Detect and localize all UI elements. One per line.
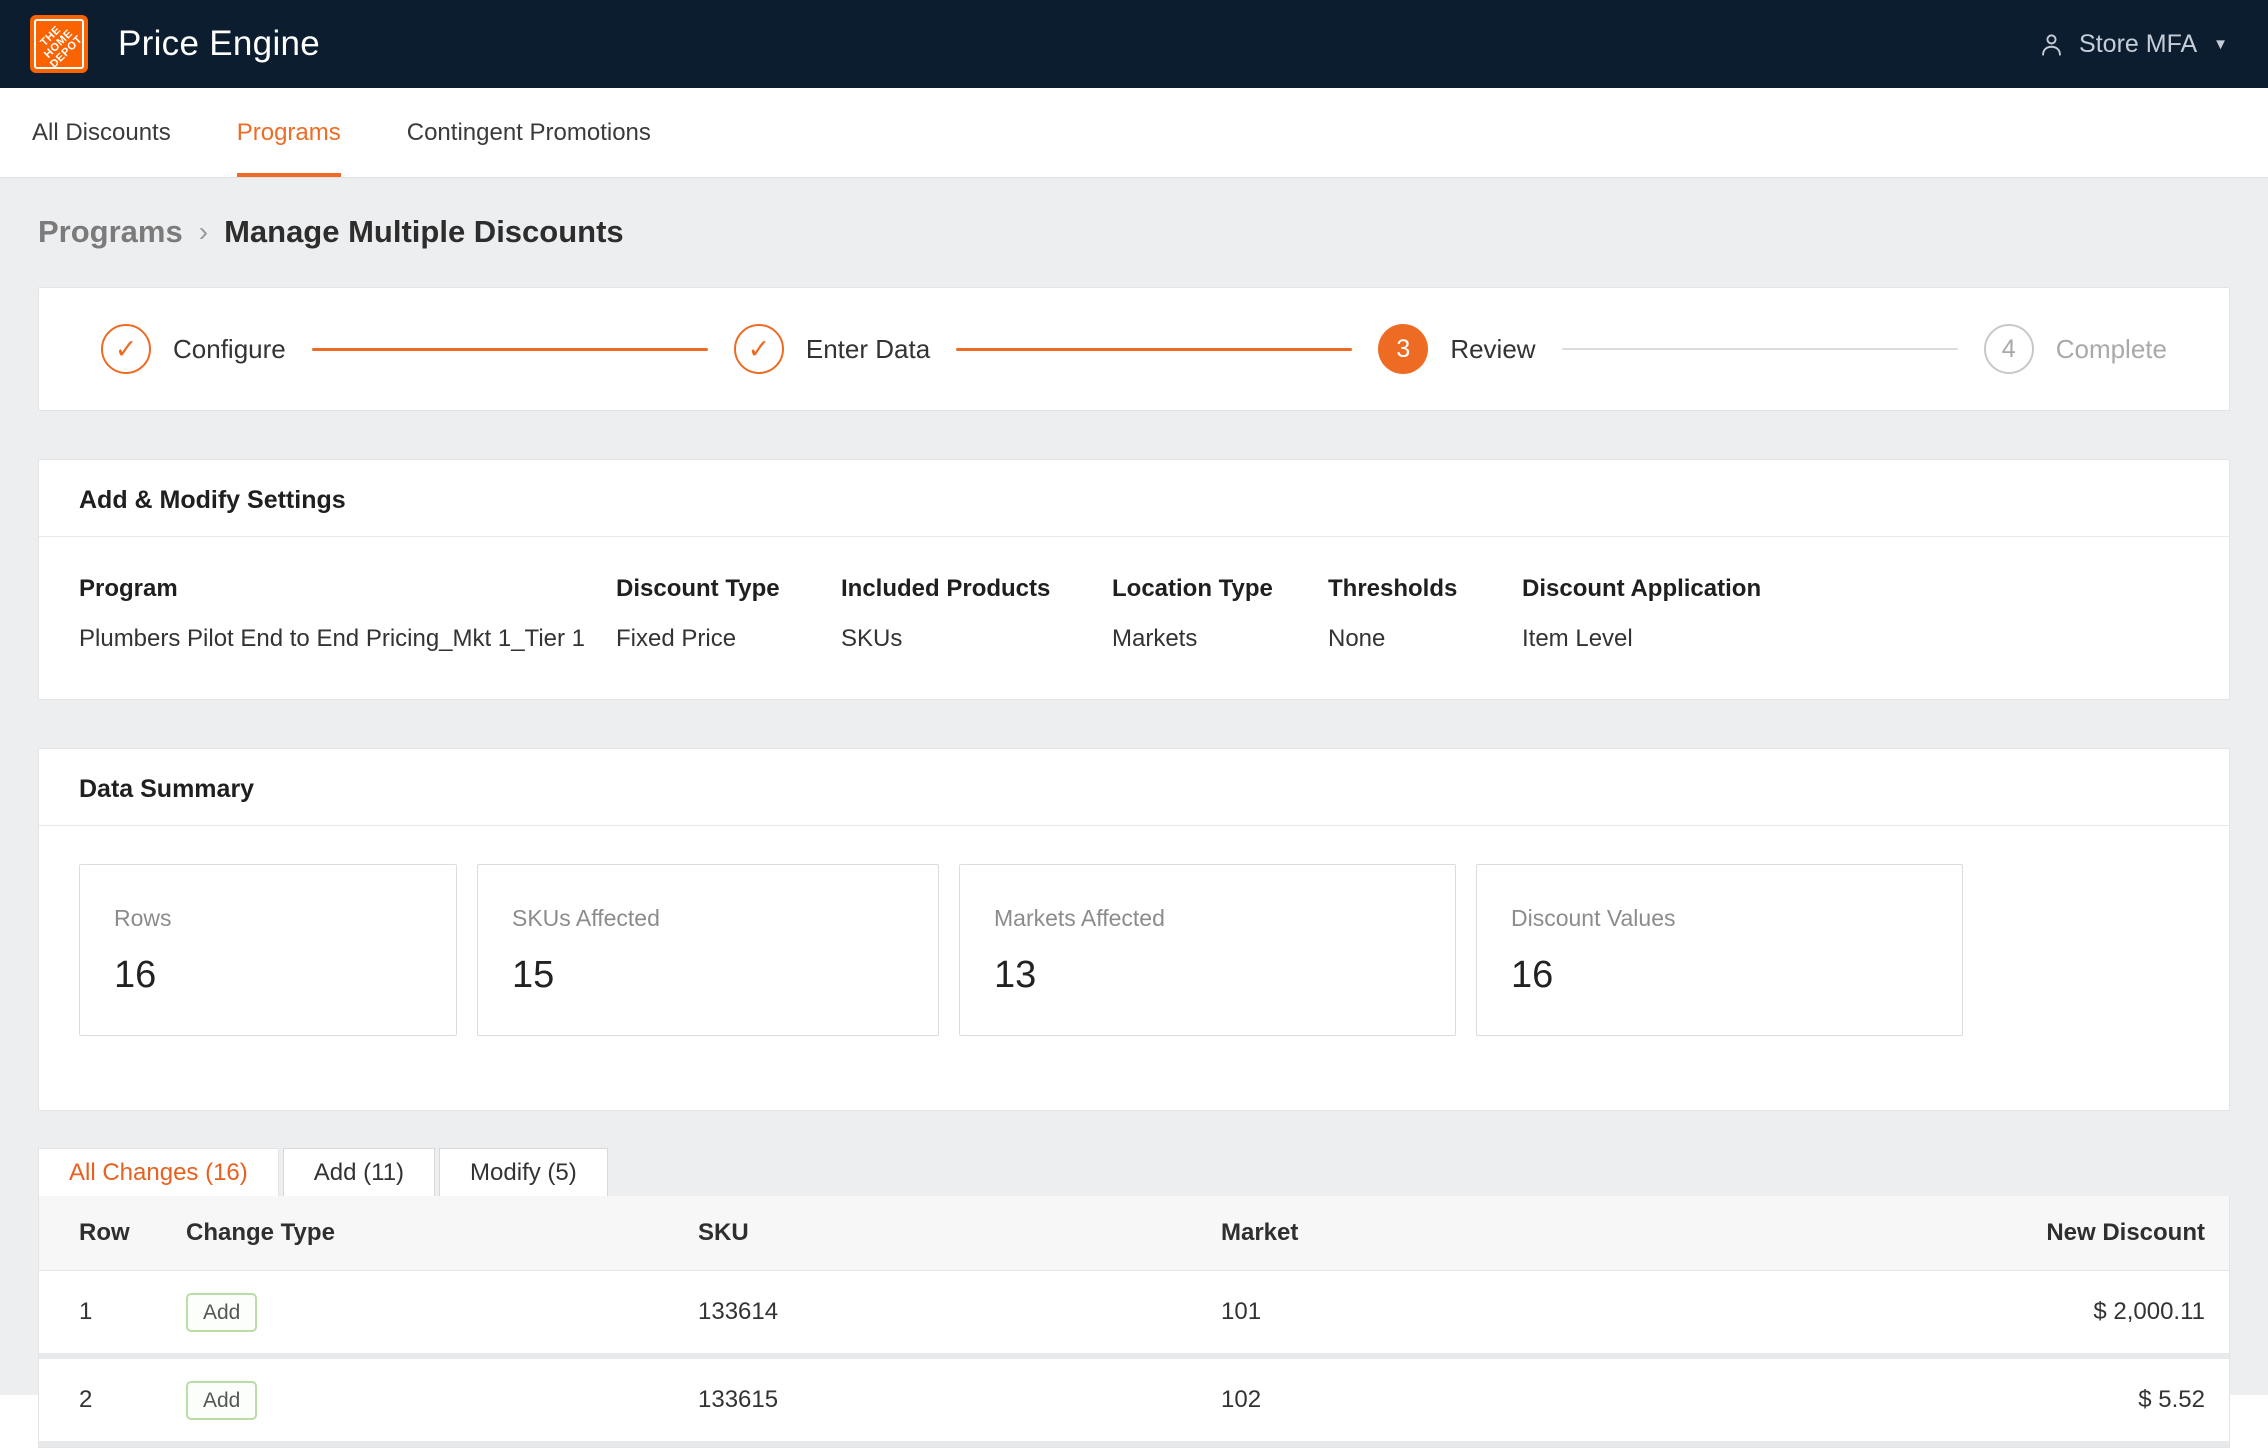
field-discount-type: Discount Type Fixed Price [616, 575, 841, 653]
check-icon: ✓ [734, 324, 784, 374]
change-type-badge: Add [186, 1381, 257, 1420]
nav-tab-programs[interactable]: Programs [237, 88, 341, 177]
table-row: 1 Add 133614 101 $ 2,000.11 [39, 1271, 2229, 1359]
column-header-market: Market [1221, 1219, 1921, 1247]
field-value: Item Level [1522, 625, 1761, 653]
tab-add[interactable]: Add (11) [283, 1148, 435, 1196]
tab-all-changes[interactable]: All Changes (16) [38, 1148, 279, 1196]
app-header: THE HOME DEPOT Price Engine Store MFA ▼ [0, 0, 2268, 88]
step-review[interactable]: 3 Review [1378, 324, 1535, 374]
step-label: Configure [173, 334, 286, 365]
user-menu[interactable]: Store MFA ▼ [2038, 30, 2228, 59]
field-label: Location Type [1112, 575, 1308, 603]
field-label: Included Products [841, 575, 1092, 603]
page-title: Manage Multiple Discounts [224, 214, 624, 250]
primary-nav: All Discounts Programs Contingent Promot… [0, 88, 2268, 178]
breadcrumb-separator-icon: › [199, 216, 208, 248]
change-type-badge: Add [186, 1293, 257, 1332]
settings-fields: Program Plumbers Pilot End to End Pricin… [39, 537, 2229, 699]
cell-market: 101 [1221, 1298, 1921, 1326]
summary-stats: Rows 16 SKUs Affected 15 Markets Affecte… [39, 826, 2229, 1110]
stat-value: 16 [114, 954, 422, 997]
field-location-type: Location Type Markets [1112, 575, 1328, 653]
stat-label: Rows [114, 905, 422, 932]
field-label: Program [79, 575, 596, 603]
user-icon [2038, 31, 2065, 58]
column-header-row: Row [79, 1219, 186, 1247]
field-label: Thresholds [1328, 575, 1502, 603]
step-label: Enter Data [806, 334, 930, 365]
cell-change-type: Add [186, 1293, 698, 1332]
data-summary-card: Data Summary Rows 16 SKUs Affected 15 Ma… [38, 748, 2230, 1111]
field-value: None [1328, 625, 1502, 653]
home-depot-logo-text: THE HOME DEPOT [34, 19, 84, 69]
step-number: 3 [1378, 324, 1428, 374]
breadcrumb-parent-link[interactable]: Programs [38, 214, 183, 250]
settings-card: Add & Modify Settings Program Plumbers P… [38, 459, 2230, 700]
column-header-change-type: Change Type [186, 1219, 698, 1247]
data-summary-title: Data Summary [39, 749, 2229, 825]
field-thresholds: Thresholds None [1328, 575, 1522, 653]
field-discount-application: Discount Application Item Level [1522, 575, 1781, 653]
stat-value: 15 [512, 954, 904, 997]
stat-label: SKUs Affected [512, 905, 904, 932]
table-row: 2 Add 133615 102 $ 5.52 [39, 1359, 2229, 1447]
cell-sku: 133615 [698, 1386, 1221, 1414]
field-value: SKUs [841, 625, 1092, 653]
settings-title: Add & Modify Settings [39, 460, 2229, 536]
stat-rows: Rows 16 [79, 864, 457, 1036]
breadcrumb: Programs › Manage Multiple Discounts [38, 214, 2230, 250]
step-number: 4 [1984, 324, 2034, 374]
field-included-products: Included Products SKUs [841, 575, 1112, 653]
cell-sku: 133614 [698, 1298, 1221, 1326]
step-configure[interactable]: ✓ Configure [101, 324, 286, 374]
step-connector [312, 348, 708, 351]
cell-row-number: 1 [79, 1298, 186, 1326]
field-value: Markets [1112, 625, 1308, 653]
table-header: Row Change Type SKU Market New Discount [39, 1196, 2229, 1271]
field-program: Program Plumbers Pilot End to End Pricin… [79, 575, 616, 653]
app-title: Price Engine [118, 24, 320, 64]
user-menu-label: Store MFA [2079, 30, 2197, 59]
step-enter-data[interactable]: ✓ Enter Data [734, 324, 930, 374]
step-complete: 4 Complete [1984, 324, 2167, 374]
step-label: Complete [2056, 334, 2167, 365]
page-content: Programs › Manage Multiple Discounts ✓ C… [0, 214, 2268, 1448]
wizard-stepper: ✓ Configure ✓ Enter Data 3 Review 4 Comp… [38, 287, 2230, 411]
nav-tab-all-discounts[interactable]: All Discounts [32, 88, 171, 177]
chevron-down-icon: ▼ [2213, 36, 2228, 53]
cell-row-number: 2 [79, 1386, 186, 1414]
column-header-new-discount: New Discount [1921, 1219, 2205, 1247]
changes-tabs: All Changes (16) Add (11) Modify (5) [38, 1148, 2230, 1196]
nav-tab-contingent-promotions[interactable]: Contingent Promotions [407, 88, 651, 177]
step-connector [1562, 348, 1958, 350]
stat-discount-values: Discount Values 16 [1476, 864, 1963, 1036]
step-connector [956, 348, 1352, 351]
cell-new-discount: $ 5.52 [1921, 1386, 2205, 1414]
cell-change-type: Add [186, 1381, 698, 1420]
field-value: Fixed Price [616, 625, 821, 653]
field-label: Discount Application [1522, 575, 1761, 603]
cell-new-discount: $ 2,000.11 [1921, 1298, 2205, 1326]
stat-value: 16 [1511, 954, 1928, 997]
check-icon: ✓ [101, 324, 151, 374]
tab-modify[interactable]: Modify (5) [439, 1148, 608, 1196]
stat-value: 13 [994, 954, 1421, 997]
home-depot-logo-inner: THE HOME DEPOT [34, 19, 84, 69]
column-header-sku: SKU [698, 1219, 1221, 1247]
cell-market: 102 [1221, 1386, 1921, 1414]
changes-table: Row Change Type SKU Market New Discount … [38, 1196, 2230, 1448]
field-value: Plumbers Pilot End to End Pricing_Mkt 1_… [79, 625, 596, 653]
home-depot-logo: THE HOME DEPOT [30, 15, 88, 73]
stat-label: Markets Affected [994, 905, 1421, 932]
field-label: Discount Type [616, 575, 821, 603]
stat-skus-affected: SKUs Affected 15 [477, 864, 939, 1036]
stat-label: Discount Values [1511, 905, 1928, 932]
stat-markets-affected: Markets Affected 13 [959, 864, 1456, 1036]
step-label: Review [1450, 334, 1535, 365]
